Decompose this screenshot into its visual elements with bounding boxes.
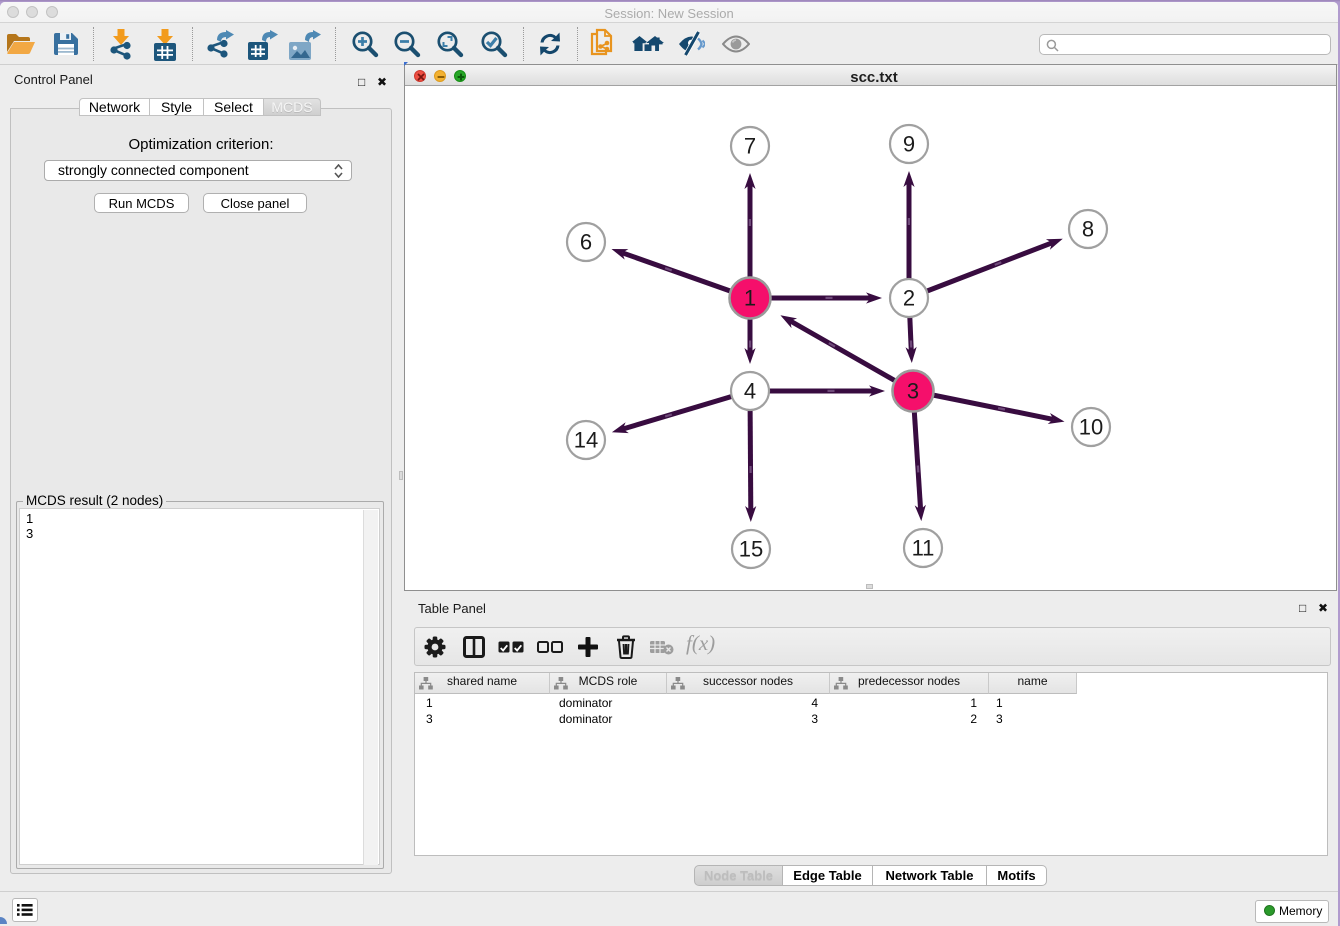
svg-text:6: 6 — [580, 230, 592, 255]
svg-text:10: 10 — [1079, 415, 1103, 440]
svg-text:4: 4 — [744, 379, 756, 404]
svg-text:3: 3 — [907, 379, 919, 404]
svg-text:7: 7 — [744, 134, 756, 159]
svg-text:8: 8 — [1082, 217, 1094, 242]
svg-text:9: 9 — [903, 132, 915, 157]
svg-text:14: 14 — [574, 428, 598, 453]
svg-text:11: 11 — [912, 536, 935, 561]
svg-text:1: 1 — [744, 286, 756, 311]
svg-text:15: 15 — [739, 537, 763, 562]
svg-text:2: 2 — [903, 286, 915, 311]
